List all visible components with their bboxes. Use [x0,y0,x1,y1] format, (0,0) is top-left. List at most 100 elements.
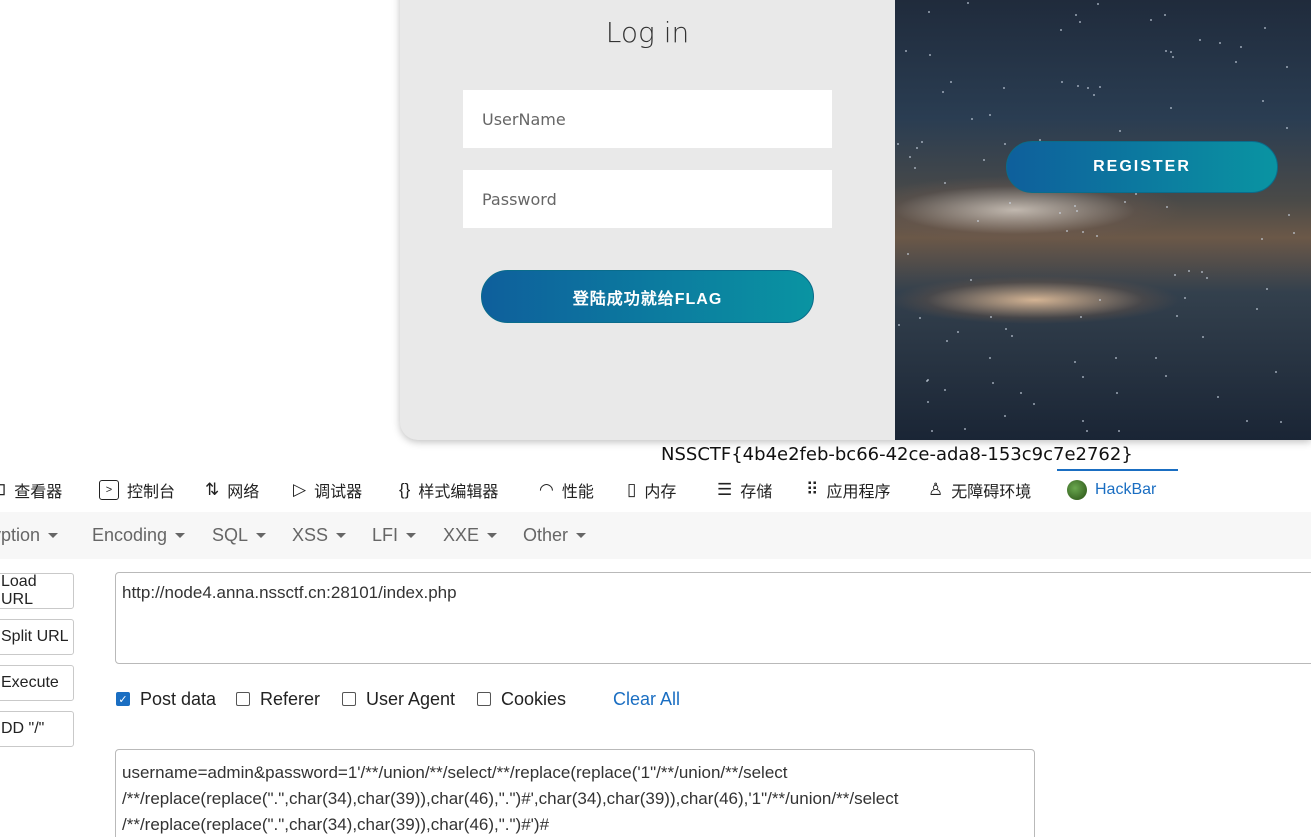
menu-label: Other [523,525,569,545]
add-slash-button[interactable]: DD "/" [0,711,74,747]
tab-label: 调试器 [314,484,363,501]
tab-label: HackBar [1095,481,1157,498]
star-dot [1011,335,1013,337]
menu-encryption[interactable]: yption [0,512,59,559]
checkbox-icon [477,692,491,706]
login-button[interactable]: 登陆成功就给FLAG [481,270,814,323]
star-dot [950,81,952,83]
referer-checkbox[interactable]: Referer [236,686,320,712]
tab-label: 无障碍环境 [951,484,1032,501]
password-input[interactable]: Password [463,170,832,228]
star-dot [1099,299,1101,301]
menu-lfi[interactable]: LFI [372,512,417,559]
star-dot [957,331,959,333]
flag-text: NSSCTF{4b4e2feb-bc66-42ce-ada8-153c9c7e2… [661,444,1133,465]
star-dot [971,118,973,120]
star-dot [1059,212,1061,214]
night-sky-image [895,0,1311,440]
active-tab-indicator [1057,469,1178,471]
star-dot [1266,288,1268,290]
star-dot [1066,230,1068,232]
menu-sql[interactable]: SQL [212,512,267,559]
star-dot [1165,50,1167,52]
split-url-button[interactable]: Split URL [0,619,74,655]
star-dot [1261,238,1263,240]
login-title: Log in [605,16,690,49]
storage-icon: ☰ [717,480,733,499]
menu-encoding[interactable]: Encoding [92,512,186,559]
application-icon: ⠿ [806,480,819,499]
menu-label: XXE [443,525,480,545]
star-dot [942,91,944,93]
load-url-button[interactable]: Load URL [0,573,74,609]
menu-label: yption [0,525,41,545]
tab-memory[interactable]: ▯ 内存 [627,468,676,512]
star-dot [1075,14,1077,16]
menu-other[interactable]: Other [523,512,587,559]
post-data-checkbox[interactable]: ✓ Post data [116,686,216,712]
star-dot [898,324,900,326]
star-dot [1033,403,1035,405]
tab-accessibility[interactable]: ♙ 无障碍环境 [928,468,1031,512]
star-dot [944,389,946,391]
username-input[interactable]: UserName [463,90,832,148]
star-dot [1293,232,1295,234]
star-dot [1005,328,1007,330]
clear-all-link[interactable]: Clear All [613,686,680,712]
tab-network[interactable]: ⇅ 网络 [205,468,259,512]
tab-storage[interactable]: ☰ 存储 [717,468,772,512]
cookies-checkbox[interactable]: Cookies [477,686,566,712]
menu-xss[interactable]: XSS [292,512,347,559]
chevron-down-icon [576,533,587,538]
star-dot [989,114,991,116]
star-dot [946,340,948,342]
tab-label: 内存 [644,484,677,501]
star-dot [926,380,928,382]
star-dot [1079,21,1081,23]
tab-label: 网络 [227,484,260,501]
checkbox-label: Referer [260,688,321,709]
star-dot [1155,357,1157,359]
star-dot [916,147,918,149]
checkbox-label: Cookies [501,688,567,709]
star-dot [1119,130,1121,132]
hackbar-menu: yption Encoding SQL XSS LFI XXE Other [0,512,1311,560]
hackbar-icon [1067,480,1087,500]
network-icon: ⇅ [205,480,220,499]
performance-icon: ◠ [539,480,554,499]
register-button[interactable]: REGISTER [1006,141,1278,193]
star-dot [1206,277,1208,279]
tab-style-editor[interactable]: {} 样式编辑器 [399,468,498,512]
tab-console[interactable]: > 控制台 [99,468,175,512]
star-dot [931,430,933,432]
user-agent-checkbox[interactable]: User Agent [342,686,455,712]
star-dot [1124,201,1126,203]
post-data-input[interactable]: username=admin&password=1'/**/union/**/s… [115,749,1035,837]
star-dot [1170,51,1172,53]
star-dot [1170,107,1172,109]
star-dot [1082,420,1084,422]
star-dot [944,182,946,184]
menu-xxe[interactable]: XXE [443,512,498,559]
tab-performance[interactable]: ◠ 性能 [539,468,594,512]
checkbox-icon [342,692,356,706]
tab-inspector[interactable]: ⊡ 查看器 [0,468,62,512]
star-dot [1172,56,1174,58]
star-dot [1003,87,1005,89]
star-dot [1164,14,1166,16]
execute-button[interactable]: Execute [0,665,74,701]
star-dot [1080,316,1082,318]
star-dot [921,141,923,143]
star-dot [1264,27,1266,29]
star-dot [1074,205,1076,207]
checkbox-label: Post data [140,688,217,709]
star-dot [1176,315,1178,317]
star-dot [1288,214,1290,216]
chevron-down-icon [48,533,59,538]
url-input[interactable]: http://node4.anna.nssctf.cn:28101/index.… [115,572,1311,664]
inspector-icon: ⊡ [0,480,6,500]
tab-hackbar[interactable]: HackBar [1067,468,1156,512]
tab-debugger[interactable]: ▷ 调试器 [293,468,362,512]
screen: Log in UserName Password 登陆成功就给FLAG REGI… [0,0,1311,837]
tab-application[interactable]: ⠿ 应用程序 [806,468,890,512]
